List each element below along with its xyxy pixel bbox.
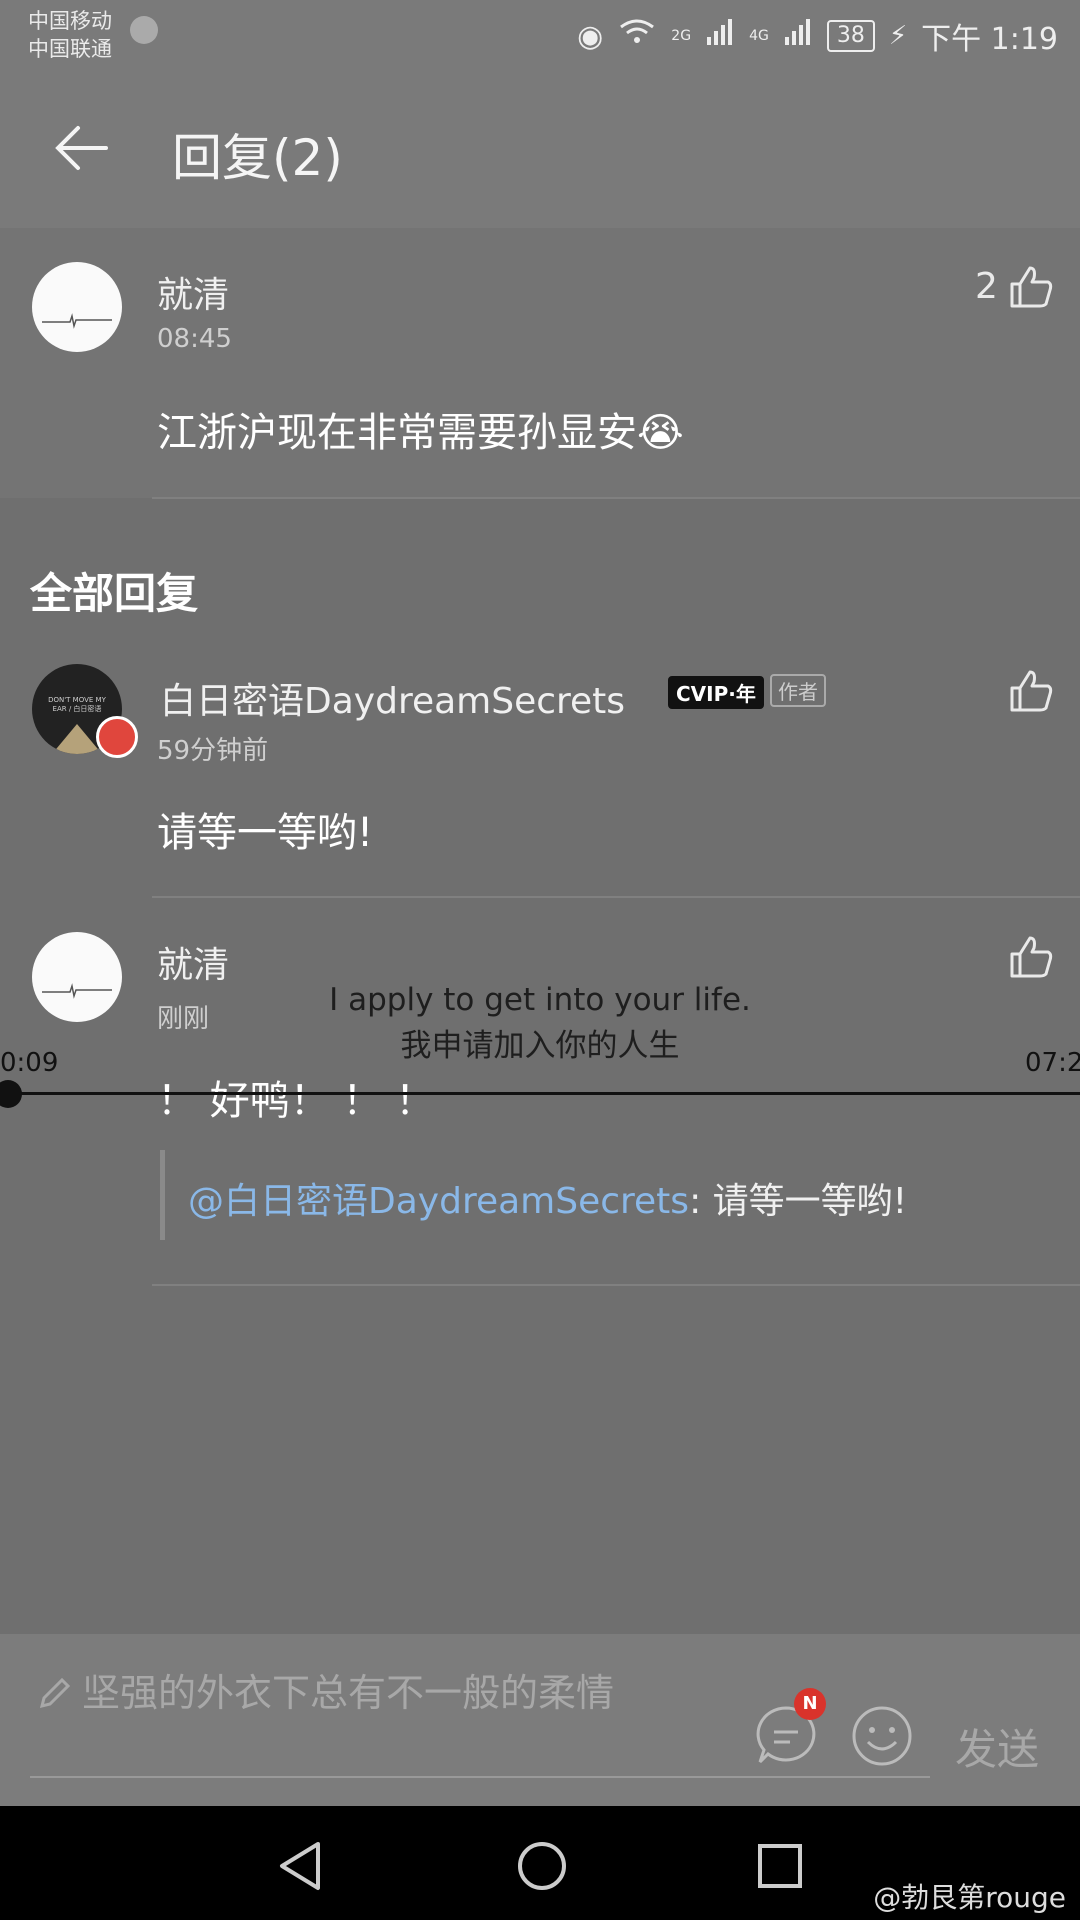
music-badge-icon <box>96 716 138 758</box>
header-bar <box>0 76 1080 228</box>
divider <box>152 497 1080 499</box>
battery-icon: 38 <box>826 20 875 52</box>
page-title: 回复(2) <box>172 129 343 187</box>
lyric-chinese: 我申请加入你的人生 <box>400 1028 680 1064</box>
lyric-english: I apply to get into your life. <box>329 982 751 1018</box>
watermark: @勃艮第rouge <box>873 1881 1066 1914</box>
avatar[interactable] <box>32 262 122 352</box>
like-count: 2 <box>975 266 998 307</box>
nav-back-icon[interactable] <box>276 1840 324 1896</box>
reply-author[interactable]: 白日密语DaydreamSecrets <box>160 672 625 724</box>
network-2g-label: 2G <box>671 28 692 44</box>
thumbs-up-icon[interactable] <box>1006 666 1056 716</box>
all-replies-title: 全部回复 <box>30 569 199 618</box>
mention-link[interactable]: @白日密语DaydreamSecrets <box>188 1181 689 1222</box>
vip-badge: CVIP·年 <box>668 676 764 709</box>
nav-recents-icon[interactable] <box>756 1842 804 1894</box>
progress-time-start: 0:09 <box>0 1048 59 1078</box>
progress-knob[interactable] <box>0 1080 22 1108</box>
thumbs-up-icon[interactable] <box>1006 932 1056 982</box>
back-arrow-icon[interactable] <box>52 118 112 178</box>
clock: 下午 1:19 <box>921 22 1058 57</box>
nav-home-icon[interactable] <box>516 1840 568 1896</box>
divider <box>152 1284 1080 1286</box>
comment-content: 江浙沪现在非常需要孙显安😭 <box>157 410 684 456</box>
progress-time-end: 07:2 <box>1025 1048 1080 1078</box>
avatar-text: DON'T MOVE MY EAR / 白日密语 <box>48 696 106 713</box>
network-4g-label: 4G <box>749 28 769 44</box>
thumbs-up-icon[interactable] <box>1006 262 1056 312</box>
quote-bar <box>160 1150 165 1240</box>
signal-icon-2 <box>783 17 813 55</box>
comment-author[interactable]: 就清 <box>157 266 229 318</box>
charging-icon: ⚡ <box>888 21 908 51</box>
progress-bar[interactable] <box>0 1092 1080 1095</box>
comment-input[interactable]: 坚强的外衣下总有不一般的柔情 <box>36 1666 736 1720</box>
status-icons: ◉ 2G 4G 38 ⚡ 下午 1:19 <box>577 14 1058 58</box>
author-badge: 作者 <box>770 674 826 707</box>
comment-time: 08:45 <box>157 324 232 354</box>
notification-icon <box>130 16 158 44</box>
quoted-text: : 请等一等哟! <box>689 1181 908 1222</box>
reply-time: 59分钟前 <box>157 736 269 766</box>
wifi-icon <box>617 17 657 55</box>
divider <box>152 896 1080 898</box>
carrier-label-1: 中国移动 <box>28 9 112 33</box>
send-button[interactable]: 发送 <box>955 1716 1039 1777</box>
new-badge: N <box>794 1688 826 1720</box>
eye-icon: ◉ <box>577 18 604 54</box>
quoted-reply: @白日密语DaydreamSecrets: 请等一等哟! <box>188 1172 907 1224</box>
reply-author[interactable]: 就清 <box>157 936 229 988</box>
reply-content: ！ 好鸭！ ！ ！ <box>157 1078 436 1124</box>
signal-icon-1 <box>705 17 735 55</box>
input-underline <box>30 1776 930 1778</box>
reply-content: 请等一等哟! <box>157 810 374 856</box>
carrier-label-2: 中国联通 <box>28 37 112 61</box>
comment-input-bar <box>0 1634 1080 1806</box>
emoji-icon[interactable] <box>850 1704 914 1772</box>
